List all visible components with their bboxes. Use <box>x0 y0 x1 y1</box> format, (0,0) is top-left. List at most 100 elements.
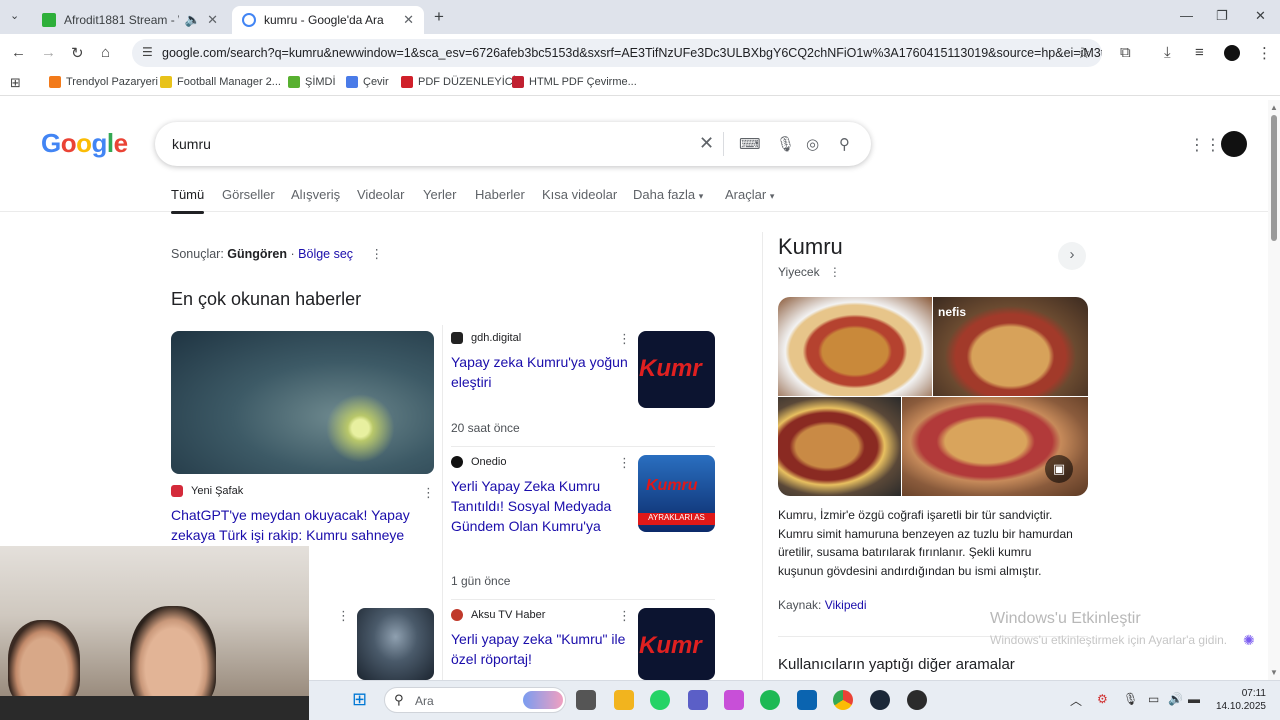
bookmark-label: Çevir <box>363 76 389 88</box>
kumru-image-3[interactable] <box>778 397 901 496</box>
twitch-favicon-icon <box>42 13 56 27</box>
chevron-right-icon[interactable]: › <box>1058 242 1086 270</box>
spotify-icon[interactable] <box>760 690 780 710</box>
apps-grid-icon[interactable]: ⊞ <box>10 75 21 91</box>
news-image-robot[interactable] <box>171 331 434 474</box>
copilot-icon[interactable] <box>724 690 744 710</box>
media-control-icon[interactable]: ≡ <box>1195 44 1204 61</box>
menu-kebab-icon[interactable]: ⋮ <box>1257 44 1272 62</box>
choose-region-link[interactable]: Bölge seç <box>298 247 353 261</box>
bookmark-simdi[interactable]: ŞİMDİ <box>288 76 336 88</box>
tab-tools[interactable]: Araçlar ▾ <box>725 187 774 202</box>
store-icon[interactable] <box>797 690 817 710</box>
whatsapp-icon[interactable] <box>650 690 670 710</box>
extensions-icon[interactable]: ⧉ <box>1120 44 1131 61</box>
microphone-icon[interactable]: 🎙 <box>776 135 795 153</box>
taskbar-clock[interactable]: 07:11 14.10.2025 <box>1214 687 1266 713</box>
forward-icon[interactable]: → <box>41 44 56 61</box>
scroll-up-icon[interactable]: ▲ <box>1270 103 1278 112</box>
news-headline-link[interactable]: Yerli Yapay Zeka Kumru Tanıtıldı! Sosyal… <box>451 476 631 536</box>
search-box[interactable]: kumru ✕ ⌨ 🎙 ◎ ⚲ <box>155 122 871 166</box>
tab-google-search[interactable]: kumru - Google'da Ara ✕ <box>232 6 424 34</box>
download-icon[interactable]: ⤓ <box>1164 44 1171 61</box>
lens-camera-icon[interactable]: ◎ <box>806 135 819 153</box>
reload-icon[interactable]: ↻ <box>71 44 84 62</box>
thumbnail-band-text: AYRAKLARI AS <box>638 513 715 525</box>
volume-icon[interactable]: 🔊 <box>1168 692 1183 706</box>
tab-mute-icon[interactable]: 🔈 <box>185 12 201 28</box>
account-avatar[interactable] <box>1221 131 1247 157</box>
news-kebab-icon[interactable]: ⋮ <box>618 455 631 471</box>
news-kebab-icon[interactable]: ⋮ <box>618 608 631 624</box>
news-thumbnail[interactable]: Kumru AYRAKLARI AS <box>638 455 715 532</box>
news-headline-link[interactable]: Yapay zeka Kumru'ya yoğun eleştiri <box>451 352 631 392</box>
address-bar[interactable]: ☰ google.com/search?q=kumru&newwindow=1&… <box>132 39 1102 67</box>
news-row-divider <box>451 446 715 447</box>
profile-avatar[interactable] <box>1224 45 1240 61</box>
location-kebab-icon[interactable]: ⋮ <box>371 247 384 261</box>
search-input[interactable]: kumru <box>172 136 211 152</box>
kp-kebab-icon[interactable]: ⋮ <box>829 265 841 279</box>
news-source-name: Aksu TV Haber <box>471 609 546 621</box>
news-thumbnail-alien[interactable] <box>357 608 434 680</box>
file-explorer-icon[interactable] <box>614 690 634 710</box>
tab-more[interactable]: Daha fazla ▾ <box>633 187 703 202</box>
microphone-tray-icon[interactable]: 🎙 <box>1123 692 1138 706</box>
taskbar-search[interactable]: ⚲ Ara <box>384 687 566 713</box>
scroll-down-icon[interactable]: ▼ <box>1270 668 1278 677</box>
restore-icon[interactable]: ❐ <box>1216 8 1228 24</box>
news-source-name: Onedio <box>471 456 507 468</box>
tab-search-chevron-icon[interactable]: ⌄ <box>10 9 19 22</box>
minimize-icon[interactable]: — <box>1180 8 1193 23</box>
bookmark-football-manager[interactable]: Football Manager 2... <box>160 76 281 88</box>
tab-short-videos[interactable]: Kısa videolar <box>542 187 617 202</box>
kumru-image-1[interactable] <box>778 297 932 396</box>
home-icon[interactable]: ⌂ <box>101 44 110 61</box>
keyboard-icon[interactable]: ⌨ <box>739 135 761 153</box>
tab-places[interactable]: Yerler <box>423 187 456 202</box>
tab-all[interactable]: Tümü <box>171 187 205 214</box>
google-favicon-icon <box>242 13 256 27</box>
news-thumbnail[interactable]: Kumr <box>638 331 715 408</box>
news-headline-link[interactable]: Yerli yapay zeka "Kumru" ile özel röport… <box>451 629 631 669</box>
bookmark-html-pdf[interactable]: HTML PDF Çevirme... <box>512 76 637 88</box>
more-images-icon[interactable]: ▣ <box>1045 455 1073 483</box>
knowledge-panel-description: Kumru, İzmir'e özgü coğrafi işaretli bir… <box>778 508 1073 578</box>
tab-close-icon[interactable]: ✕ <box>207 12 218 28</box>
tab-shopping[interactable]: Alışveriş <box>291 187 340 202</box>
news-kebab-icon[interactable]: ⋮ <box>422 485 435 501</box>
battery-icon[interactable]: ▬ <box>1188 692 1200 706</box>
search-icon[interactable]: ⚲ <box>839 135 850 153</box>
tab-videos[interactable]: Videolar <box>357 187 404 202</box>
scrollbar-thumb[interactable] <box>1271 115 1277 241</box>
back-icon[interactable]: ← <box>11 44 26 61</box>
news-thumbnail[interactable]: Kumr <box>638 608 715 680</box>
new-tab-button[interactable]: + <box>434 7 444 27</box>
steam-icon[interactable] <box>870 690 890 710</box>
bookmark-cevir[interactable]: Çevir <box>346 76 389 88</box>
bookmark-star-icon[interactable]: ☆ <box>1077 44 1090 62</box>
window-close-icon[interactable]: ✕ <box>1255 8 1266 24</box>
app-icon[interactable] <box>907 690 927 710</box>
wikipedia-link[interactable]: Vikipedi <box>825 598 867 612</box>
site-info-icon[interactable]: ☰ <box>142 45 153 59</box>
news-headline-link[interactable]: ChatGPT'ye meydan okuyacak! Yapay zekaya… <box>171 505 431 545</box>
tab-news[interactable]: Haberler <box>475 187 525 202</box>
tab-images[interactable]: Görseller <box>222 187 275 202</box>
chrome-icon[interactable] <box>833 690 853 710</box>
news-kebab-icon[interactable]: ⋮ <box>337 608 350 624</box>
news-kebab-icon[interactable]: ⋮ <box>618 331 631 347</box>
task-view-icon[interactable] <box>576 690 596 710</box>
tab-close-icon[interactable]: ✕ <box>403 12 414 28</box>
clear-icon[interactable]: ✕ <box>699 133 714 154</box>
network-icon[interactable]: ▭ <box>1148 692 1159 706</box>
windows-start-icon[interactable]: ⊞ <box>352 689 367 710</box>
google-logo[interactable]: Google <box>41 128 128 159</box>
bookmark-trendyol[interactable]: Trendyol Pazaryeri <box>49 76 158 88</box>
tray-app-icon[interactable]: ⚙ <box>1097 692 1108 706</box>
teams-icon[interactable] <box>688 690 708 710</box>
assistant-sparkle-icon[interactable]: ✺ <box>1243 632 1255 649</box>
bookmark-pdf-duzenleyici[interactable]: PDF DÜZENLEYİCİ <box>401 76 516 88</box>
tab-afrodit-stream[interactable]: Afrodit1881 Stream - Watch 🔈 ✕ <box>32 6 228 34</box>
tray-chevron-icon[interactable]: ︿ <box>1070 692 1082 709</box>
